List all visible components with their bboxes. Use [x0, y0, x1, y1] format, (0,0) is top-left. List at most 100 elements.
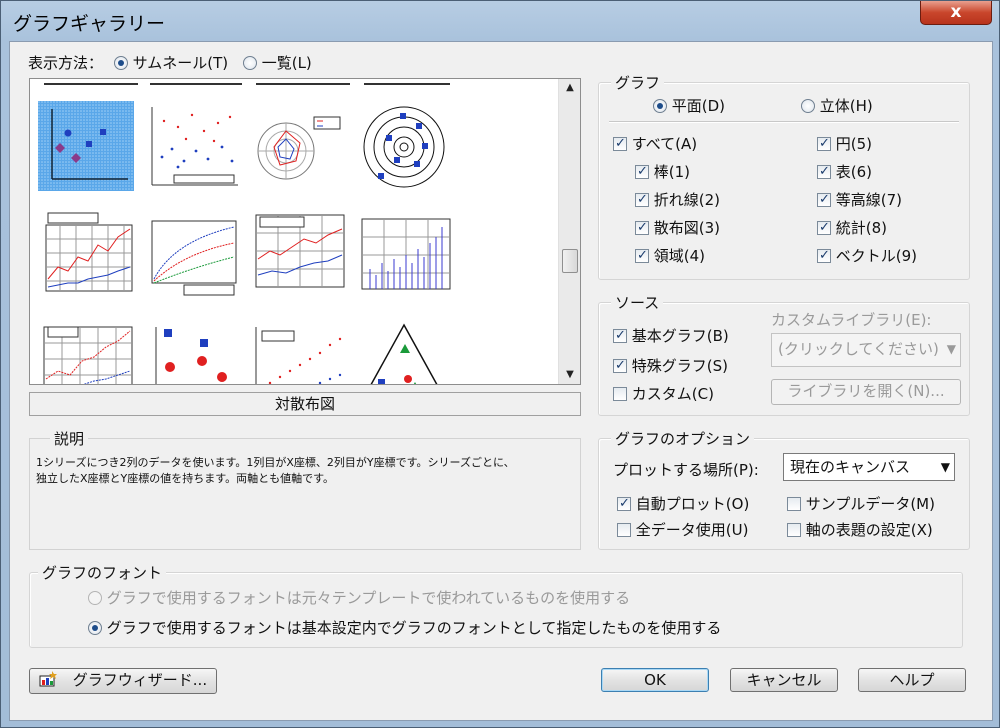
help-button[interactable]: ヘルプ [858, 668, 966, 692]
auto-plot-label: 自動プロット(O) [635, 495, 750, 513]
cancel-button[interactable]: キャンセル [730, 668, 838, 692]
thumb-scatter-rising[interactable] [250, 317, 346, 384]
polar-circles-preview [363, 106, 445, 188]
graph-wizard-button[interactable]: グラフウィザード... [29, 668, 217, 694]
checkbox-line-label: 折れ線(2) [653, 191, 721, 209]
selected-graph-name: 対散布図 [29, 392, 581, 416]
display-mode-row: 表示方法： サムネール(T) 一覧(L) [28, 52, 312, 73]
options-group-title: グラフのオプション [611, 428, 755, 449]
checkbox-axis-title-settings[interactable]: 軸の表題の設定(X) [787, 519, 933, 540]
special-graph-label: 特殊グラフ(S) [631, 357, 729, 375]
thumb-bar-columns[interactable] [356, 209, 452, 299]
checkbox-checked-icon [635, 249, 649, 263]
checkbox-checked-icon [817, 193, 831, 207]
checkbox-basic-graph[interactable]: 基本グラフ(B) [613, 325, 729, 346]
description-title: 説明 [50, 428, 89, 449]
font-option-preferences[interactable]: グラフで使用するフォントは基本設定内でグラフのフォントとして指定したものを使用す… [88, 617, 721, 638]
graph-divider [609, 121, 959, 123]
open-library-button[interactable]: ライブラリを開く(N)... [771, 379, 961, 405]
dialog-body: 表示方法： サムネール(T) 一覧(L) ▲ ▼ 対散布図 説明 1シリーズにつ… [9, 41, 993, 721]
checkbox-bar-label: 棒(1) [653, 163, 691, 181]
custom-library-value: (クリックしてください) [778, 340, 939, 358]
triangle-ternary-preview [370, 323, 438, 384]
checkbox-sample-data[interactable]: サンプルデータ(M) [787, 493, 935, 514]
log-scatter-preview [38, 101, 134, 191]
checkbox-bar[interactable]: 棒(1) [635, 161, 690, 182]
checkbox-contour-label: 等高線(7) [835, 191, 903, 209]
checkbox-checked-icon [613, 329, 627, 343]
checkbox-area[interactable]: 領域(4) [635, 245, 705, 266]
radio-icon [88, 591, 102, 605]
plot-location-label: プロットする場所(P): [613, 461, 759, 479]
thumb-triangle-ternary[interactable] [356, 317, 452, 384]
checkbox-line[interactable]: 折れ線(2) [635, 189, 720, 210]
thumb-line-curves[interactable] [144, 209, 240, 299]
gallery-scrollbar[interactable]: ▲ ▼ [558, 79, 580, 384]
checkbox-all[interactable]: すべて(A) [613, 133, 697, 154]
source-group-title: ソース [611, 292, 664, 313]
checkbox-checked-icon [817, 165, 831, 179]
chevron-down-icon: ▼ [946, 342, 956, 356]
checkbox-custom[interactable]: カスタム(C) [613, 383, 714, 404]
title-bar[interactable]: グラフギャラリー x [1, 1, 1000, 41]
display-mode-label: 表示方法： [28, 54, 104, 72]
custom-label: カスタム(C) [631, 385, 714, 403]
thumb-log-scatter[interactable] [38, 101, 134, 191]
custom-library-label: カスタムライブラリ(E): [771, 311, 932, 329]
thumb-line-grid-2[interactable] [250, 209, 346, 299]
checkbox-checked-icon [613, 137, 627, 151]
source-group: ソース 基本グラフ(B) 特殊グラフ(S) カスタム(C) カスタムライブラリ(… [598, 292, 970, 416]
checkbox-vector-label: ベクトル(9) [835, 247, 918, 265]
font-option-template-label: グラフで使用するフォントは元々テンプレートで使われているものを使用する [106, 589, 631, 607]
plot-location-dropdown[interactable]: 現在のキャンバス ▼ [783, 453, 955, 481]
thumb-scatter-shapes[interactable] [144, 317, 240, 384]
checkbox-vector[interactable]: ベクトル(9) [817, 245, 917, 266]
line-curves-preview [151, 220, 237, 296]
scroll-thumb[interactable] [562, 249, 578, 273]
thumb-polar-radar[interactable] [250, 101, 346, 191]
flat-radio[interactable]: 平面(D) [653, 95, 725, 116]
checkbox-checked-icon [817, 249, 831, 263]
graph-type-group: グラフ 平面(D) 立体(H) すべて(A) 棒(1) 折れ線(2) 散布図(3… [598, 72, 970, 280]
scroll-up-icon[interactable]: ▲ [559, 79, 580, 97]
list-radio-label: 一覧(L) [261, 54, 312, 72]
checkbox-checked-icon [817, 221, 831, 235]
scatter-rising-preview [255, 327, 342, 384]
checkbox-pie[interactable]: 円(5) [817, 133, 872, 154]
scroll-down-icon[interactable]: ▼ [559, 366, 580, 384]
checkbox-area-label: 領域(4) [653, 247, 706, 265]
line-grid-preview [45, 212, 133, 292]
checkbox-stats[interactable]: 統計(8) [817, 217, 887, 238]
graph-thumbnail-gallery[interactable]: ▲ ▼ [29, 78, 581, 385]
axis-title-settings-label: 軸の表題の設定(X) [805, 521, 933, 539]
thumb-scatter-dots[interactable] [144, 101, 240, 191]
checkbox-contour[interactable]: 等高線(7) [817, 189, 902, 210]
thumbnail-radio[interactable]: サムネール(T) [113, 54, 233, 72]
description-line-2: 独立したX座標とY座標の値を持ちます。両軸とも値軸です。 [36, 472, 335, 485]
checkbox-auto-plot[interactable]: 自動プロット(O) [617, 493, 749, 514]
checkbox-icon [613, 387, 627, 401]
graph-group-title: グラフ [611, 72, 665, 93]
list-radio[interactable]: 一覧(L) [242, 54, 312, 72]
checkbox-special-graph[interactable]: 特殊グラフ(S) [613, 355, 728, 376]
checkbox-stats-label: 統計(8) [835, 219, 888, 237]
wizard-icon [39, 671, 57, 687]
thumb-line-grid[interactable] [38, 209, 134, 299]
radio-selected-icon [88, 621, 102, 635]
checkbox-icon [787, 523, 801, 537]
thumb-line-grid-3[interactable] [38, 317, 134, 384]
description-text: 1シリーズにつき2列のデータを使います。1列目がX座標、2列目がY座標です。シリ… [36, 455, 515, 487]
custom-library-dropdown[interactable]: (クリックしてください) ▼ [771, 333, 961, 367]
description-group: 説明 1シリーズにつき2列のデータを使います。1列目がX座標、2列目がY座標です… [29, 428, 581, 550]
solid-radio[interactable]: 立体(H) [801, 95, 873, 116]
thumb-polar-circles[interactable] [356, 101, 452, 191]
font-option-template[interactable]: グラフで使用するフォントは元々テンプレートで使われているものを使用する [88, 587, 630, 608]
font-option-preferences-label: グラフで使用するフォントは基本設定内でグラフのフォントとして指定したものを使用す… [106, 619, 722, 637]
checkbox-pie-label: 円(5) [835, 135, 873, 153]
close-button[interactable]: x [920, 1, 992, 25]
checkbox-use-all-data[interactable]: 全データ使用(U) [617, 519, 748, 540]
checkbox-table[interactable]: 表(6) [817, 161, 872, 182]
ok-button[interactable]: OK [601, 668, 709, 692]
scatter-shapes-preview [155, 327, 227, 384]
checkbox-scatter[interactable]: 散布図(3) [635, 217, 720, 238]
